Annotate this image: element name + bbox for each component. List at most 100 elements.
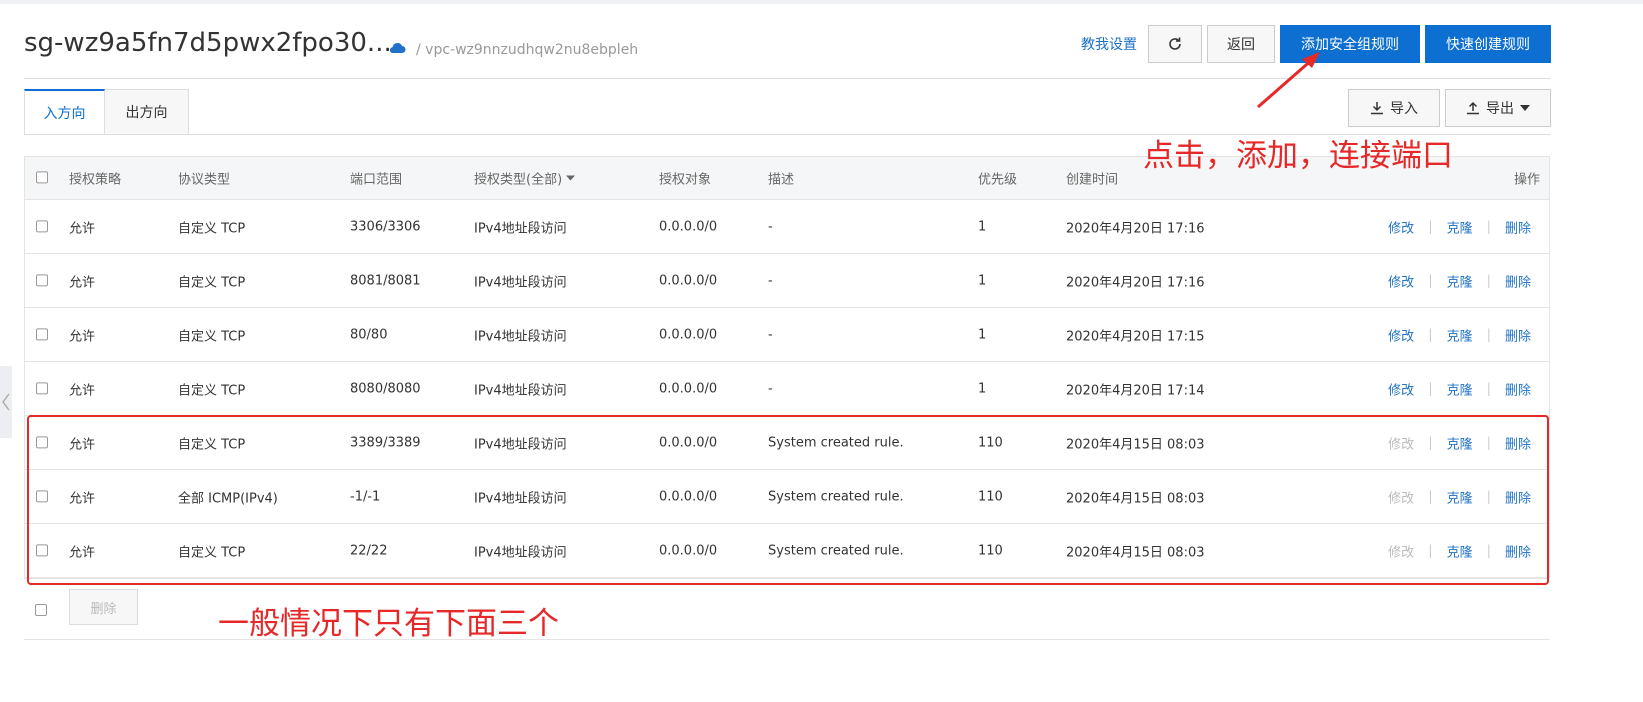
delete-link[interactable]: 删除 bbox=[1505, 217, 1531, 236]
row-checkbox[interactable] bbox=[36, 219, 48, 232]
side-collapse-handle[interactable] bbox=[0, 366, 12, 438]
cell-created: 2020年4月20日 17:15 bbox=[1066, 329, 1205, 344]
action-separator: | bbox=[1486, 273, 1491, 288]
action-separator: | bbox=[1428, 273, 1433, 288]
cell-priority: 1 bbox=[978, 219, 987, 234]
cell-desc: - bbox=[768, 381, 773, 396]
row-actions: 修改 | 克隆 | 删除 bbox=[1388, 271, 1531, 290]
modify-link[interactable]: 修改 bbox=[1388, 325, 1414, 344]
quick-create-rule-button[interactable]: 快速创建规则 bbox=[1425, 25, 1551, 63]
cell-target: 0.0.0.0/0 bbox=[659, 219, 718, 234]
arrow-annotation bbox=[1257, 52, 1320, 109]
tab-outbound[interactable]: 出方向 bbox=[105, 89, 189, 135]
cell-port: 8080/8080 bbox=[350, 381, 421, 396]
cell-policy: 允许 bbox=[69, 275, 96, 290]
modify-link[interactable]: 修改 bbox=[1388, 271, 1414, 290]
delete-link[interactable]: 删除 bbox=[1505, 325, 1531, 344]
clone-link[interactable]: 克隆 bbox=[1447, 217, 1473, 236]
cell-priority: 1 bbox=[978, 327, 987, 342]
cell-auth-type: IPv4地址段访问 bbox=[474, 329, 567, 344]
cell-port: 80/80 bbox=[350, 327, 388, 342]
col-created: 创建时间 bbox=[1066, 172, 1119, 188]
batch-delete-button[interactable]: 删除 bbox=[69, 589, 138, 625]
cell-protocol: 自定义 TCP bbox=[178, 329, 246, 344]
row-checkbox[interactable] bbox=[36, 381, 48, 394]
col-policy: 授权策略 bbox=[69, 172, 122, 188]
select-all-checkbox[interactable] bbox=[36, 171, 48, 184]
top-border bbox=[0, 0, 1643, 4]
cell-target: 0.0.0.0/0 bbox=[659, 381, 718, 396]
upload-icon bbox=[1467, 101, 1479, 115]
cell-auth-type: IPv4地址段访问 bbox=[474, 275, 567, 290]
cell-protocol: 自定义 TCP bbox=[178, 275, 246, 290]
refresh-icon bbox=[1169, 37, 1181, 50]
footer-select-checkbox[interactable] bbox=[35, 604, 47, 616]
col-priority: 优先级 bbox=[978, 172, 1018, 188]
clone-link[interactable]: 克隆 bbox=[1447, 325, 1473, 344]
cell-port: 8081/8081 bbox=[350, 273, 421, 288]
cell-target: 0.0.0.0/0 bbox=[659, 327, 718, 342]
export-label: 导出 bbox=[1486, 101, 1514, 117]
col-protocol: 协议类型 bbox=[178, 172, 231, 188]
col-ops: 操作 bbox=[1513, 172, 1540, 188]
table-row: 允许 自定义 TCP 3306/3306 IPv4地址段访问 0.0.0.0/0 - 1 20… bbox=[25, 200, 1549, 254]
vpc-id: / vpc-wz9nnzudhqw2nu8ebpleh bbox=[416, 42, 639, 58]
click-annotation: 点击，添加，连接端口 bbox=[1143, 138, 1453, 174]
help-setup-link[interactable]: 教我设置 bbox=[1081, 34, 1137, 54]
caret-down-icon bbox=[1520, 105, 1530, 111]
action-separator: | bbox=[1428, 381, 1433, 396]
row-checkbox[interactable] bbox=[36, 273, 48, 286]
delete-link[interactable]: 删除 bbox=[1505, 271, 1531, 290]
cell-target: 0.0.0.0/0 bbox=[659, 273, 718, 288]
table-row: 允许 自定义 TCP 8080/8080 IPv4地址段访问 0.0.0.0/0 - 1 20… bbox=[25, 362, 1549, 416]
cell-protocol: 自定义 TCP bbox=[178, 383, 246, 398]
cell-policy: 允许 bbox=[69, 383, 96, 398]
delete-link[interactable]: 删除 bbox=[1505, 379, 1531, 398]
highlight-box bbox=[27, 415, 1549, 585]
col-target: 授权对象 bbox=[659, 172, 712, 188]
cell-created: 2020年4月20日 17:16 bbox=[1066, 221, 1205, 236]
cell-auth-type: IPv4地址段访问 bbox=[474, 383, 567, 398]
row-actions: 修改 | 克隆 | 删除 bbox=[1388, 325, 1531, 344]
cell-priority: 1 bbox=[978, 381, 987, 396]
col-auth-type: 授权类型(全部) bbox=[474, 172, 563, 188]
cell-desc: - bbox=[768, 273, 773, 288]
action-separator: | bbox=[1486, 219, 1491, 234]
modify-link[interactable]: 修改 bbox=[1388, 379, 1414, 398]
import-label: 导入 bbox=[1390, 101, 1418, 117]
cell-policy: 允许 bbox=[69, 221, 96, 236]
clone-link[interactable]: 克隆 bbox=[1447, 379, 1473, 398]
page-title: sg-wz9a5fn7d5pwx2fpo30... bbox=[24, 28, 392, 58]
cell-protocol: 自定义 TCP bbox=[178, 221, 246, 236]
cloud-icon bbox=[389, 43, 406, 53]
clone-link[interactable]: 克隆 bbox=[1447, 271, 1473, 290]
action-separator: | bbox=[1486, 327, 1491, 342]
cell-priority: 1 bbox=[978, 273, 987, 288]
cell-port: 3306/3306 bbox=[350, 219, 421, 234]
modify-link[interactable]: 修改 bbox=[1388, 217, 1414, 236]
cell-created: 2020年4月20日 17:14 bbox=[1066, 383, 1205, 398]
cell-created: 2020年4月20日 17:16 bbox=[1066, 275, 1205, 290]
export-dropdown[interactable]: 导出 bbox=[1445, 89, 1551, 127]
bottom-annotation: 一般情况下只有下面三个 bbox=[218, 606, 559, 642]
cell-desc: - bbox=[768, 219, 773, 234]
import-button[interactable]: 导入 bbox=[1348, 89, 1440, 127]
tab-inbound[interactable]: 入方向 bbox=[24, 89, 105, 135]
action-separator: | bbox=[1486, 381, 1491, 396]
caret-down-icon bbox=[566, 175, 576, 181]
cell-auth-type: IPv4地址段访问 bbox=[474, 221, 567, 236]
action-separator: | bbox=[1428, 327, 1433, 342]
col-desc: 描述 bbox=[768, 172, 795, 188]
cell-policy: 允许 bbox=[69, 329, 96, 344]
table-row: 允许 自定义 TCP 80/80 IPv4地址段访问 0.0.0.0/0 - 1 2020年4… bbox=[25, 308, 1549, 362]
action-separator: | bbox=[1428, 219, 1433, 234]
table-row: 允许 自定义 TCP 8081/8081 IPv4地址段访问 0.0.0.0/0 - 1 20… bbox=[25, 254, 1549, 308]
col-port: 端口范围 bbox=[350, 172, 403, 188]
row-checkbox[interactable] bbox=[36, 327, 48, 340]
row-actions: 修改 | 克隆 | 删除 bbox=[1388, 217, 1531, 236]
auth-type-filter[interactable]: 授权类型(全部) bbox=[474, 169, 576, 188]
cell-desc: - bbox=[768, 327, 773, 342]
download-icon bbox=[1371, 102, 1383, 115]
refresh-button[interactable] bbox=[1148, 25, 1202, 63]
row-actions: 修改 | 克隆 | 删除 bbox=[1388, 379, 1531, 398]
